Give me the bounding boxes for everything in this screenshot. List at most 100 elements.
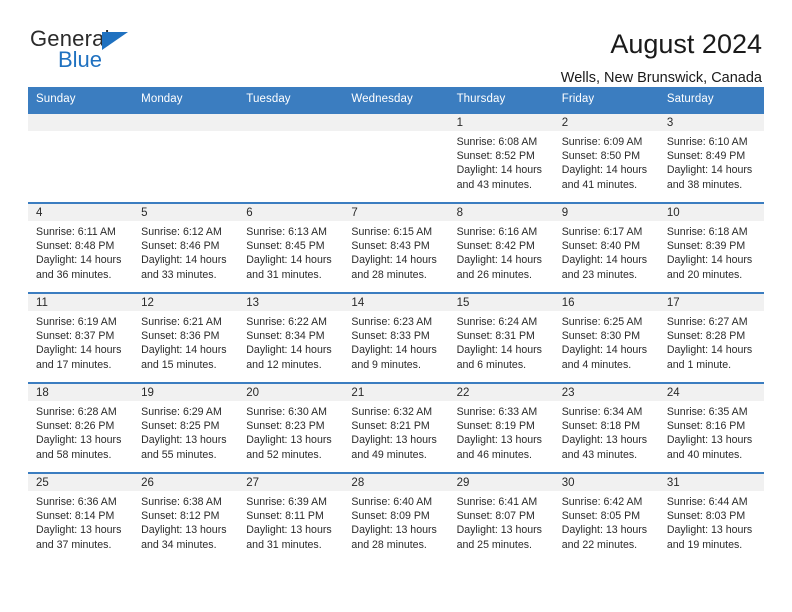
- day-cell[interactable]: 5 Sunrise: 6:12 AM Sunset: 8:46 PM Dayli…: [133, 204, 239, 292]
- day-cell[interactable]: 15 Sunrise: 6:24 AM Sunset: 8:31 PM Dayl…: [448, 294, 554, 382]
- day-info: Sunrise: 6:08 AM Sunset: 8:52 PM Dayligh…: [449, 131, 554, 192]
- day-info: Sunrise: 6:11 AM Sunset: 8:48 PM Dayligh…: [28, 221, 133, 282]
- daylight-text: Daylight: 14 hours and 20 minutes.: [666, 254, 753, 281]
- day-number: 4: [28, 204, 134, 221]
- sunrise-text: Sunrise: 6:18 AM: [666, 226, 748, 238]
- day-cell[interactable]: 23 Sunrise: 6:34 AM Sunset: 8:18 PM Dayl…: [553, 384, 659, 472]
- day-cell[interactable]: 19 Sunrise: 6:29 AM Sunset: 8:25 PM Dayl…: [133, 384, 239, 472]
- day-cell[interactable]: 9 Sunrise: 6:17 AM Sunset: 8:40 PM Dayli…: [553, 204, 659, 292]
- day-number: 2: [553, 114, 659, 131]
- day-info: Sunrise: 6:32 AM Sunset: 8:21 PM Dayligh…: [343, 401, 448, 462]
- week-row: 11 Sunrise: 6:19 AM Sunset: 8:37 PM Dayl…: [28, 292, 764, 382]
- sunrise-text: Sunrise: 6:09 AM: [561, 136, 643, 148]
- page-title: August 2024: [610, 29, 762, 59]
- sunrise-text: Sunrise: 6:29 AM: [141, 406, 222, 418]
- daylight-text: Daylight: 14 hours and 23 minutes.: [561, 254, 648, 281]
- day-cell[interactable]: 26 Sunrise: 6:38 AM Sunset: 8:12 PM Dayl…: [133, 474, 239, 562]
- day-info: Sunrise: 6:16 AM Sunset: 8:42 PM Dayligh…: [449, 221, 554, 282]
- day-cell[interactable]: 3 Sunrise: 6:10 AM Sunset: 8:49 PM Dayli…: [658, 114, 764, 202]
- day-info: [133, 131, 238, 135]
- day-info: Sunrise: 6:19 AM Sunset: 8:37 PM Dayligh…: [28, 311, 133, 372]
- sunset-text: Sunset: 8:43 PM: [351, 240, 430, 253]
- day-cell[interactable]: 14 Sunrise: 6:23 AM Sunset: 8:33 PM Dayl…: [343, 294, 449, 382]
- day-cell[interactable]: [133, 114, 239, 202]
- day-number: 6: [238, 204, 344, 221]
- weekday-friday: Friday: [561, 93, 595, 105]
- day-number: 24: [658, 384, 764, 401]
- day-number: [133, 114, 239, 131]
- day-number: 11: [28, 294, 134, 311]
- day-cell[interactable]: 27 Sunrise: 6:39 AM Sunset: 8:11 PM Dayl…: [238, 474, 344, 562]
- sunset-text: Sunset: 8:40 PM: [561, 240, 641, 253]
- day-info: Sunrise: 6:39 AM Sunset: 8:11 PM Dayligh…: [238, 491, 343, 552]
- day-cell[interactable]: 4 Sunrise: 6:11 AM Sunset: 8:48 PM Dayli…: [28, 204, 134, 292]
- sunset-text: Sunset: 8:26 PM: [36, 420, 115, 433]
- day-cell[interactable]: 10 Sunrise: 6:18 AM Sunset: 8:39 PM Dayl…: [658, 204, 764, 292]
- day-number: 28: [343, 474, 449, 491]
- sunset-text: Sunset: 8:28 PM: [666, 330, 746, 343]
- day-cell[interactable]: 7 Sunrise: 6:15 AM Sunset: 8:43 PM Dayli…: [343, 204, 449, 292]
- day-info: Sunrise: 6:42 AM Sunset: 8:05 PM Dayligh…: [554, 491, 659, 552]
- logo-text-blue: Blue: [58, 47, 103, 72]
- sunset-text: Sunset: 8:50 PM: [561, 150, 641, 163]
- day-cell[interactable]: 13 Sunrise: 6:22 AM Sunset: 8:34 PM Dayl…: [238, 294, 344, 382]
- daylight-text: Daylight: 14 hours and 6 minutes.: [456, 344, 542, 371]
- day-number: 29: [448, 474, 554, 491]
- day-number: 8: [448, 204, 554, 221]
- day-cell[interactable]: 2 Sunrise: 6:09 AM Sunset: 8:50 PM Dayli…: [553, 114, 659, 202]
- sunset-text: Sunset: 8:49 PM: [666, 150, 746, 163]
- sunset-text: Sunset: 8:05 PM: [561, 510, 641, 523]
- day-cell[interactable]: 21 Sunrise: 6:32 AM Sunset: 8:21 PM Dayl…: [343, 384, 449, 472]
- day-cell[interactable]: 20 Sunrise: 6:30 AM Sunset: 8:23 PM Dayl…: [238, 384, 344, 472]
- day-info: Sunrise: 6:12 AM Sunset: 8:46 PM Dayligh…: [133, 221, 238, 282]
- day-number: 1: [448, 114, 554, 131]
- daylight-text: Daylight: 14 hours and 12 minutes.: [246, 344, 332, 371]
- day-number: 20: [238, 384, 344, 401]
- day-cell[interactable]: 24 Sunrise: 6:35 AM Sunset: 8:16 PM Dayl…: [658, 384, 764, 472]
- daylight-text: Daylight: 13 hours and 34 minutes.: [141, 524, 227, 551]
- day-number: 19: [133, 384, 239, 401]
- sunrise-text: Sunrise: 6:13 AM: [246, 226, 327, 238]
- day-cell[interactable]: 30 Sunrise: 6:42 AM Sunset: 8:05 PM Dayl…: [553, 474, 659, 562]
- day-cell[interactable]: 28 Sunrise: 6:40 AM Sunset: 8:09 PM Dayl…: [343, 474, 449, 562]
- day-info: Sunrise: 6:34 AM Sunset: 8:18 PM Dayligh…: [554, 401, 659, 462]
- sunset-text: Sunset: 8:45 PM: [246, 240, 325, 253]
- day-number: 15: [448, 294, 554, 311]
- day-info: Sunrise: 6:29 AM Sunset: 8:25 PM Dayligh…: [133, 401, 238, 462]
- sunrise-text: Sunrise: 6:30 AM: [246, 406, 327, 418]
- sunset-text: Sunset: 8:23 PM: [246, 420, 325, 433]
- week-row: 25 Sunrise: 6:36 AM Sunset: 8:14 PM Dayl…: [28, 472, 764, 562]
- day-cell[interactable]: 31 Sunrise: 6:44 AM Sunset: 8:03 PM Dayl…: [658, 474, 764, 562]
- day-cell[interactable]: [28, 114, 134, 202]
- day-cell[interactable]: 29 Sunrise: 6:41 AM Sunset: 8:07 PM Dayl…: [448, 474, 554, 562]
- day-cell[interactable]: 6 Sunrise: 6:13 AM Sunset: 8:45 PM Dayli…: [238, 204, 344, 292]
- day-cell[interactable]: 16 Sunrise: 6:25 AM Sunset: 8:30 PM Dayl…: [553, 294, 659, 382]
- general-blue-logo[interactable]: General Blue: [30, 28, 150, 76]
- sunrise-text: Sunrise: 6:16 AM: [456, 226, 538, 238]
- day-cell[interactable]: 18 Sunrise: 6:28 AM Sunset: 8:26 PM Dayl…: [28, 384, 134, 472]
- sunset-text: Sunset: 8:37 PM: [36, 330, 115, 343]
- day-cell[interactable]: 11 Sunrise: 6:19 AM Sunset: 8:37 PM Dayl…: [28, 294, 134, 382]
- day-cell[interactable]: 8 Sunrise: 6:16 AM Sunset: 8:42 PM Dayli…: [448, 204, 554, 292]
- day-info: Sunrise: 6:44 AM Sunset: 8:03 PM Dayligh…: [659, 491, 764, 552]
- day-cell[interactable]: 12 Sunrise: 6:21 AM Sunset: 8:36 PM Dayl…: [133, 294, 239, 382]
- sunrise-text: Sunrise: 6:21 AM: [141, 316, 222, 328]
- daylight-text: Daylight: 14 hours and 4 minutes.: [561, 344, 648, 371]
- day-info: Sunrise: 6:13 AM Sunset: 8:45 PM Dayligh…: [238, 221, 343, 282]
- day-cell[interactable]: [238, 114, 344, 202]
- day-number: 10: [658, 204, 764, 221]
- sunrise-text: Sunrise: 6:08 AM: [456, 136, 538, 148]
- day-cell[interactable]: [343, 114, 449, 202]
- calendar-grid: Sunday Monday Tuesday Wednesday Thursday…: [28, 87, 764, 562]
- sunset-text: Sunset: 8:18 PM: [561, 420, 641, 433]
- weekday-monday: Monday: [141, 93, 183, 105]
- day-info: Sunrise: 6:22 AM Sunset: 8:34 PM Dayligh…: [238, 311, 343, 372]
- day-cell[interactable]: 25 Sunrise: 6:36 AM Sunset: 8:14 PM Dayl…: [28, 474, 134, 562]
- day-cell[interactable]: 1 Sunrise: 6:08 AM Sunset: 8:52 PM Dayli…: [448, 114, 554, 202]
- daylight-text: Daylight: 14 hours and 43 minutes.: [456, 164, 542, 191]
- day-cell[interactable]: 17 Sunrise: 6:27 AM Sunset: 8:28 PM Dayl…: [658, 294, 764, 382]
- sunrise-text: Sunrise: 6:25 AM: [561, 316, 643, 328]
- day-info: Sunrise: 6:25 AM Sunset: 8:30 PM Dayligh…: [554, 311, 659, 372]
- day-cell[interactable]: 22 Sunrise: 6:33 AM Sunset: 8:19 PM Dayl…: [448, 384, 554, 472]
- day-number: 30: [553, 474, 659, 491]
